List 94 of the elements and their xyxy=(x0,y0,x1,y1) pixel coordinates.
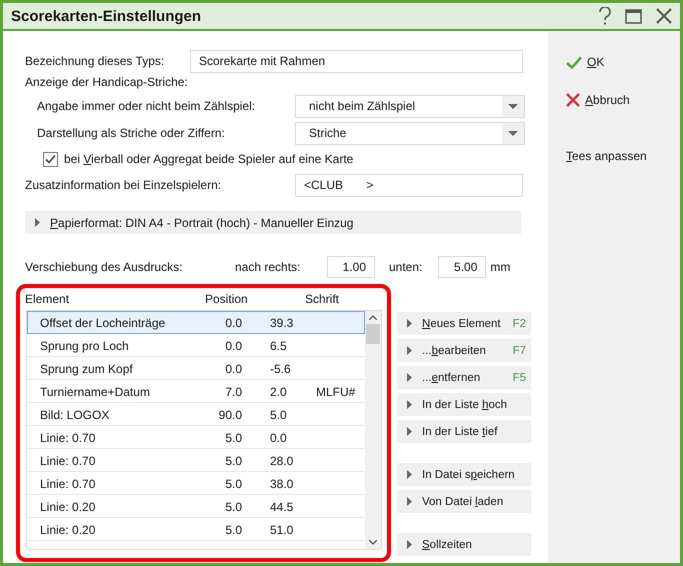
field-label: Angabe immer oder nicht beim Zählspiel: xyxy=(37,99,256,113)
table-cell-text: 0.0 xyxy=(224,316,243,330)
check-icon xyxy=(566,56,582,68)
table-cell-text: Offset der Locheinträge xyxy=(39,316,166,330)
dropdown[interactable]: Striche xyxy=(295,122,525,144)
table-cell-text: MLFU# xyxy=(316,384,356,398)
table-cell-text: Sprung pro Loch xyxy=(39,338,130,352)
triangle-icon xyxy=(407,400,412,409)
section-label: Anzeige der Handicap-Striche: xyxy=(25,75,188,89)
table-cell-text: 0.0 xyxy=(269,430,288,444)
table-cell-text: Linie: 0.20 xyxy=(39,522,96,536)
list-row[interactable]: Sprung zum Kopf 0.0 -5.6 xyxy=(27,357,365,380)
action-button[interactable]: Neues Element F2 xyxy=(397,312,531,335)
scrollbar-thumb[interactable] xyxy=(366,324,380,344)
column-header: Schrift xyxy=(305,292,340,306)
column-header: Element xyxy=(25,292,70,306)
triangle-icon xyxy=(407,427,412,436)
triangle-icon xyxy=(407,497,412,506)
table-cell-text: Bild: LOGOX xyxy=(39,408,110,422)
column-header: Position xyxy=(205,292,249,306)
offset-right-field[interactable]: 1.00 xyxy=(327,256,375,278)
table-cell-text: 2.0 xyxy=(269,384,288,398)
table-cell-text: -5.6 xyxy=(269,362,292,376)
list-row[interactable]: Bild: LOGOX 90.0 5.0 xyxy=(27,403,365,426)
field-label: Verschiebung des Ausdrucks: xyxy=(25,260,184,274)
name-field[interactable]: Scorekarte mit Rahmen xyxy=(190,50,523,72)
table-cell-text: Linie: 0.20 xyxy=(39,500,96,514)
cancel-button[interactable]: Abbruch xyxy=(566,89,680,111)
table-cell-text: 44.5 xyxy=(269,500,294,514)
triangle-icon xyxy=(407,470,412,479)
field-label: Zusatzinformation bei Einzelspielern: xyxy=(25,178,222,192)
window-title: Scorekarten-Einstellungen xyxy=(11,8,202,24)
table-cell-text: Sprung zum Kopf xyxy=(39,362,134,376)
ok-button[interactable]: OK xyxy=(566,51,680,73)
table-cell-text: 28.0 xyxy=(269,454,294,468)
list-row[interactable]: Linie: 0.20 5.0 44.5 xyxy=(27,495,365,518)
scrollbar[interactable] xyxy=(365,311,381,549)
paper-format-expander[interactable]: Papierformat: DIN A4 - Portrait (hoch) - Manueller Einzug xyxy=(25,211,521,234)
table-cell-text: Linie: 0.70 xyxy=(39,454,96,468)
action-button[interactable]: In Datei speichern xyxy=(397,463,531,486)
field-label: Darstellung als Striche oder Ziffern: xyxy=(37,126,226,140)
field-label: nach rechts: xyxy=(235,260,302,274)
triangle-icon xyxy=(407,346,412,355)
offset-down-field[interactable]: 5.00 xyxy=(438,256,486,278)
table-cell-text: Linie: 0.70 xyxy=(39,430,96,444)
action-button[interactable]: In der Liste tief xyxy=(397,420,531,443)
table-cell-text: 5.0 xyxy=(224,430,243,444)
close-icon[interactable] xyxy=(656,8,672,24)
table-cell-text: 51.0 xyxy=(269,522,294,536)
action-button[interactable]: Sollzeiten xyxy=(397,533,531,556)
scroll-down-icon[interactable] xyxy=(369,540,377,545)
list-row[interactable]: Linie: 0.20 5.0 51.0 xyxy=(27,518,365,541)
table-cell-text: 38.0 xyxy=(269,476,294,490)
maximize-icon[interactable] xyxy=(625,8,642,24)
close-icon xyxy=(566,93,580,107)
field-label: Bezeichnung dieses Typs: xyxy=(25,54,166,68)
table-cell-text: 5.0 xyxy=(224,522,243,536)
table-cell-text: 5.0 xyxy=(224,476,243,490)
checkbox-label[interactable]: bei Vierball oder Aggregat beide Spieler auf eine Karte xyxy=(64,152,354,166)
table-cell-text: 5.0 xyxy=(269,408,288,422)
list-row[interactable]: Sprung pro Loch 0.0 6.5 xyxy=(27,334,365,357)
table-cell-text: 6.5 xyxy=(269,338,288,352)
table-cell-text: 39.3 xyxy=(269,316,294,330)
action-button[interactable]: ...entfernen F5 xyxy=(397,366,531,389)
triangle-icon xyxy=(407,319,412,328)
list-row[interactable]: Offset der Locheinträge 0.0 39.3 xyxy=(27,311,365,334)
extra-info-field[interactable]: <CLUB > xyxy=(295,174,523,196)
dropdown-arrow-icon xyxy=(508,130,518,136)
list-row[interactable]: Linie: 0.70 5.0 38.0 xyxy=(27,472,365,495)
field-label: unten: xyxy=(389,260,422,274)
table-cell-text: 5.0 xyxy=(224,454,243,468)
triangle-icon xyxy=(35,218,40,227)
checkbox[interactable] xyxy=(43,152,58,166)
triangle-icon xyxy=(407,540,412,549)
table-cell-text: 90.0 xyxy=(218,408,243,422)
dropdown[interactable]: nicht beim Zählspiel xyxy=(295,94,525,118)
list-row[interactable]: Linie: 0.70 5.0 28.0 xyxy=(27,449,365,472)
table-cell-text: 0.0 xyxy=(224,362,243,376)
action-button[interactable]: ...bearbeiten F7 xyxy=(397,339,531,362)
action-button[interactable]: Von Datei laden xyxy=(397,490,531,513)
table-cell-text: 0.0 xyxy=(224,338,243,352)
table-cell-text: Linie: 0.70 xyxy=(39,476,96,490)
table-cell-text: Turniername+Datum xyxy=(39,384,151,398)
table-cell-text: 7.0 xyxy=(224,384,243,398)
unit-label: mm xyxy=(490,260,510,274)
list-row[interactable]: Linie: 0.70 5.0 0.0 xyxy=(27,426,365,449)
action-button[interactable]: In der Liste hoch xyxy=(397,393,531,416)
table-cell-text: 5.0 xyxy=(224,500,243,514)
tees-link[interactable]: Tees anpassen xyxy=(566,145,680,167)
scroll-up-icon[interactable] xyxy=(369,315,377,320)
triangle-icon xyxy=(407,373,412,382)
list-row[interactable]: Turniername+Datum 7.0 2.0 MLFU# xyxy=(27,380,365,403)
help-icon[interactable] xyxy=(599,7,611,25)
dropdown-arrow-icon xyxy=(508,104,518,108)
